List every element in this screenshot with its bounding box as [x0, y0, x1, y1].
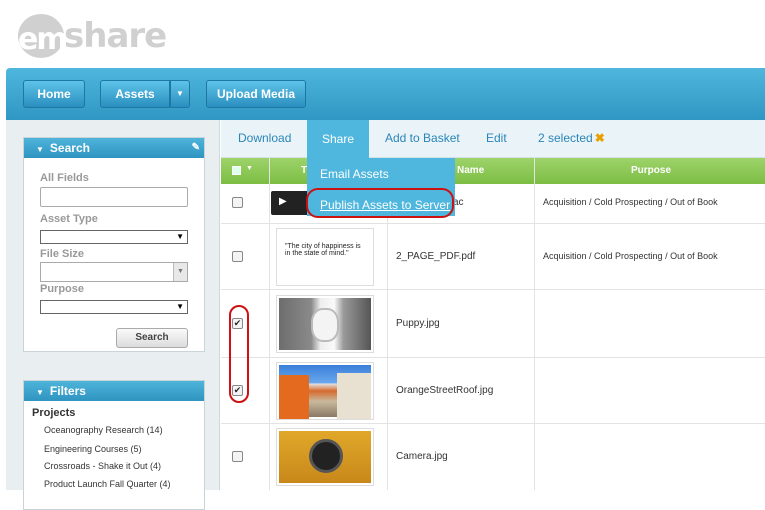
table-row[interactable]: "The city of happiness is in the state o…: [221, 224, 765, 290]
header-purpose[interactable]: Purpose: [631, 165, 671, 176]
all-fields-input[interactable]: [40, 187, 188, 207]
tab-edit[interactable]: Edit: [486, 131, 507, 145]
selected-count: 2 selected ✖: [538, 131, 605, 145]
file-size-label: File Size: [40, 248, 85, 260]
asset-type-label: Asset Type: [40, 213, 98, 225]
puppy-image: [279, 298, 371, 350]
file-name[interactable]: 2_PAGE_PDF.pdf: [396, 251, 475, 262]
image-thumbnail[interactable]: [276, 362, 374, 420]
email-assets-menu-item[interactable]: Email Assets: [320, 167, 389, 181]
chevron-down-icon[interactable]: ▼: [246, 165, 253, 172]
emshare-logo: em share: [14, 10, 184, 60]
file-size-select[interactable]: ▼: [40, 262, 188, 282]
play-icon[interactable]: ▶: [279, 196, 287, 207]
search-panel-title: Search: [49, 141, 90, 155]
asset-list-area: Download Share Add to Basket Edit 2 sele…: [221, 120, 765, 490]
table-row[interactable]: ✔ OrangeStreetRoof.jpg: [221, 358, 765, 424]
assets-button[interactable]: Assets: [100, 80, 170, 108]
search-panel: ▼ Search ✎ All Fields Asset Type ▼ File S…: [23, 137, 205, 352]
collapse-triangle-icon: ▼: [36, 388, 44, 397]
purpose-cell: Acquisition / Cold Prospecting / Out of …: [543, 251, 718, 261]
top-nav-bar: Home Assets ▼ Upload Media: [6, 68, 765, 120]
logo-word: share: [64, 16, 167, 56]
street-image: [279, 365, 371, 419]
home-button[interactable]: Home: [23, 80, 85, 108]
tab-share[interactable]: Share: [307, 120, 369, 158]
sidebar: ▼ Search ✎ All Fields Asset Type ▼ File S…: [6, 120, 220, 510]
logo-em-circle: em: [18, 14, 68, 58]
image-thumbnail[interactable]: [276, 428, 374, 486]
chevron-down-icon: ▼: [173, 263, 187, 281]
file-name[interactable]: OrangeStreetRoof.jpg: [396, 385, 493, 396]
collapse-triangle-icon: ▼: [36, 145, 44, 154]
filters-panel-header[interactable]: ▼ Filters: [24, 381, 204, 401]
selected-count-label: 2 selected: [538, 131, 593, 145]
tab-add-to-basket[interactable]: Add to Basket: [385, 131, 460, 145]
all-fields-label: All Fields: [40, 172, 89, 184]
logo-prefix: em: [18, 22, 68, 57]
asset-type-select[interactable]: ▼: [40, 230, 188, 244]
edit-icon[interactable]: ✎: [192, 138, 200, 158]
search-button[interactable]: Search: [116, 328, 188, 348]
upload-media-button[interactable]: Upload Media: [206, 80, 306, 108]
clear-selection-icon[interactable]: ✖: [595, 131, 605, 145]
purpose-cell: Acquisition / Cold Prospecting / Out of …: [543, 197, 718, 207]
building-shape: [337, 373, 371, 419]
file-name[interactable]: Camera.jpg: [396, 451, 448, 462]
project-filter-item[interactable]: Oceanography Research (14): [44, 425, 163, 435]
filters-panel-title: Filters: [49, 384, 86, 398]
project-filter-item[interactable]: Engineering Courses (5): [44, 444, 142, 454]
row-checkbox[interactable]: [232, 251, 243, 262]
file-name[interactable]: Puppy.jpg: [396, 318, 440, 329]
project-filter-item[interactable]: Product Launch Fall Quarter (4): [44, 479, 171, 489]
filters-panel: ▼ Filters Projects Oceanography Research …: [23, 380, 205, 510]
image-thumbnail[interactable]: [276, 295, 374, 353]
tab-download[interactable]: Download: [238, 131, 291, 145]
table-header: ▼ T Name Purpose: [221, 158, 765, 184]
camera-image: [279, 431, 371, 483]
purpose-label: Purpose: [40, 283, 85, 295]
row-checkbox[interactable]: [232, 197, 243, 208]
project-filter-item[interactable]: Crossroads - Shake it Out (4): [44, 461, 161, 471]
purpose-select[interactable]: ▼: [40, 300, 188, 314]
search-panel-header[interactable]: ▼ Search ✎: [24, 138, 204, 158]
highlight-oval-checkboxes: [229, 305, 249, 403]
puppy-head-shape: [313, 310, 337, 340]
select-all-checkbox[interactable]: [232, 166, 241, 175]
row-checkbox[interactable]: [232, 451, 243, 462]
orange-roof-shape: [279, 375, 309, 419]
table-row[interactable]: ✔ Puppy.jpg: [221, 290, 765, 358]
pdf-thumbnail[interactable]: "The city of happiness is in the state o…: [276, 228, 374, 286]
camera-lens-shape: [309, 439, 343, 473]
assets-dropdown-button[interactable]: ▼: [170, 80, 190, 108]
table-row[interactable]: Camera.jpg: [221, 424, 765, 490]
header-name[interactable]: Name: [457, 165, 484, 176]
projects-title: Projects: [32, 407, 76, 419]
action-tabs: Download Share Add to Basket Edit 2 sele…: [221, 120, 765, 158]
table-row[interactable]: ▶ ac Acquisition / Cold Prospecting / Ou…: [221, 184, 765, 224]
highlight-oval-publish: [306, 188, 454, 218]
